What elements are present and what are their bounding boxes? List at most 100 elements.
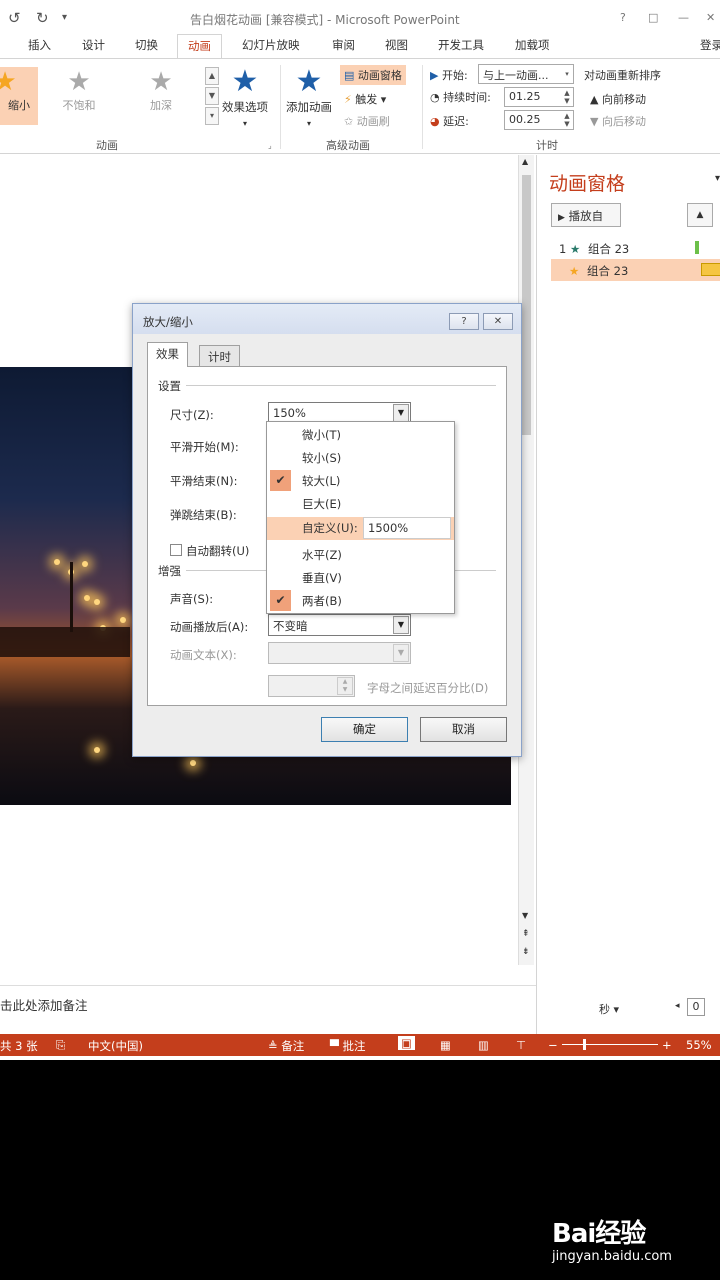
size-option-larger[interactable]: ✔ 较大(L)	[267, 470, 454, 491]
effect-options-label: 效果选项	[222, 100, 268, 114]
zoom-out-button[interactable]: −	[548, 1038, 558, 1052]
play-icon: ▶	[558, 213, 565, 223]
add-animation-button[interactable]: ★ 添加动画 ▾	[286, 65, 332, 129]
timeline-zoom-box[interactable]: 0	[687, 998, 705, 1016]
restore-ribbon-button[interactable]: □	[648, 11, 658, 24]
tab-developer[interactable]: 开发工具	[438, 37, 484, 53]
tab-timing[interactable]: 计时	[199, 345, 240, 366]
custom-size-input[interactable]: 1500%	[363, 517, 451, 539]
trigger-button[interactable]: ⚡ 触发 ▾	[344, 91, 386, 107]
tab-view[interactable]: 视图	[385, 37, 408, 53]
gallery-item-darken[interactable]: ★ 加深	[128, 67, 194, 125]
language-indicator[interactable]: 中文(中国)	[88, 1038, 143, 1054]
zoom-slider[interactable]	[562, 1044, 658, 1045]
tab-addins[interactable]: 加载项	[515, 37, 550, 53]
spinner-icon[interactable]: ▲ ▼	[562, 112, 572, 128]
chevron-down-icon[interactable]: ▼	[393, 404, 409, 422]
seconds-menu[interactable]: 秒 ▾	[599, 1001, 619, 1017]
tab-transitions[interactable]: 切换	[135, 37, 158, 53]
size-option-both[interactable]: ✔ 两者(B)	[267, 590, 454, 611]
customize-qat-icon[interactable]: ▾	[62, 12, 67, 23]
animation-painter-button[interactable]: ✩ 动画刷	[344, 113, 390, 129]
move-earlier-button[interactable]: ▲ 向前移动	[590, 91, 646, 107]
reading-view-icon[interactable]: ▥	[478, 1038, 489, 1052]
previous-slide-icon[interactable]: ⇞	[522, 929, 530, 939]
tab-effect[interactable]: 效果	[147, 342, 188, 367]
ok-button[interactable]: 确定	[321, 717, 408, 742]
sign-in-link[interactable]: 登录	[700, 37, 720, 53]
arrow-down-icon: ▼	[590, 115, 599, 128]
spellcheck-icon[interactable]: ⎘	[56, 1038, 65, 1053]
notes-icon: ≜	[268, 1039, 278, 1053]
size-option-horizontal[interactable]: 水平(Z)	[267, 544, 454, 565]
minimize-button[interactable]: —	[678, 11, 689, 24]
letter-delay-input[interactable]: ▲ ▼	[268, 675, 355, 697]
lamp-light	[54, 559, 60, 565]
gallery-scroll-down[interactable]: ▼	[205, 87, 219, 105]
gallery-item-shrink[interactable]: ★ 缩小	[0, 67, 38, 125]
gallery-item-desaturate[interactable]: ★ 不饱和	[46, 67, 112, 125]
duration-input[interactable]: 01.25 ▲ ▼	[504, 87, 574, 107]
size-option-smaller[interactable]: 较小(S)	[267, 447, 454, 468]
spinner-icon[interactable]: ▲ ▼	[562, 89, 572, 105]
animation-item-selected[interactable]: ★ 组合 23	[551, 259, 720, 281]
undo-icon[interactable]: ↺	[8, 9, 21, 27]
next-slide-icon[interactable]: ⇟	[522, 947, 530, 957]
pane-options-icon[interactable]: ▾	[715, 173, 720, 184]
animation-pane: 动画窗格 ▾ ▶ 播放自 ▲ 1 ★ 组合 23 ★ 组合 23 秒 ▾ ◂ 0	[536, 155, 720, 1034]
scrollbar-thumb[interactable]	[522, 175, 531, 435]
notes-toggle[interactable]: ≜ 备注	[268, 1038, 304, 1054]
size-option-vertical[interactable]: 垂直(V)	[267, 567, 454, 588]
dialog-launcher-icon[interactable]: ⌟	[268, 141, 272, 150]
lamp-post	[70, 562, 73, 632]
after-animation-select[interactable]: 不变暗 ▼	[268, 614, 411, 636]
animate-text-select[interactable]: ▼	[268, 642, 411, 664]
zoom-level[interactable]: 55%	[686, 1038, 712, 1052]
play-from-label: 播放自	[568, 209, 604, 223]
size-option-custom[interactable]: 自定义(U): 1500%	[267, 517, 454, 540]
separator	[280, 65, 281, 149]
gallery-more[interactable]: ▾	[205, 107, 219, 125]
move-up-button[interactable]: ▲	[687, 203, 713, 227]
tab-animations[interactable]: 动画	[177, 34, 222, 59]
animation-pane-button[interactable]: ▤ 动画窗格	[340, 65, 406, 85]
lamp-light	[94, 747, 100, 753]
lamp-light	[94, 599, 100, 605]
comments-toggle[interactable]: ▀ 批注	[330, 1038, 366, 1054]
gallery-scroll-up[interactable]: ▲	[205, 67, 219, 85]
scroll-down-icon[interactable]: ▼	[522, 911, 528, 920]
tab-review[interactable]: 审阅	[332, 37, 355, 53]
dialog-close-button[interactable]: ✕	[483, 313, 513, 330]
size-option-tiny[interactable]: 微小(T)	[267, 424, 454, 445]
comment-icon: ▀	[330, 1039, 339, 1053]
tab-slideshow[interactable]: 幻灯片放映	[242, 37, 300, 53]
play-from-button[interactable]: ▶ 播放自	[551, 203, 621, 227]
animation-pane-label: 动画窗格	[357, 69, 402, 82]
scroll-up-icon[interactable]: ▲	[522, 157, 528, 166]
dialog-help-button[interactable]: ?	[449, 313, 479, 330]
check-icon: ✔	[270, 470, 291, 491]
tab-design[interactable]: 设计	[82, 37, 105, 53]
notes-pane[interactable]: 击此处添加备注	[0, 985, 536, 1034]
auto-reverse-checkbox[interactable]	[170, 544, 182, 556]
zoom-slider-thumb[interactable]	[583, 1039, 586, 1050]
move-later-button[interactable]: ▼ 向后移动	[590, 113, 646, 129]
section-enhancements: 增强	[158, 564, 181, 578]
ribbon-tabs: 插入 设计 切换 动画 幻灯片放映 审阅 视图 开发工具 加载项 登录	[0, 34, 720, 59]
delay-input[interactable]: 00.25 ▲ ▼	[504, 110, 574, 130]
repeat-icon[interactable]: ↻	[36, 9, 49, 27]
help-button[interactable]: ?	[620, 11, 626, 24]
cancel-button[interactable]: 取消	[420, 717, 507, 742]
animation-item[interactable]: 1 ★ 组合 23	[551, 237, 720, 259]
effect-options-button[interactable]: ★ 效果选项 ▾	[222, 65, 268, 129]
chevron-down-icon[interactable]: ▼	[393, 616, 409, 634]
timeline-scroll-left[interactable]: ◂	[675, 1001, 680, 1011]
normal-view-icon[interactable]: ▣	[398, 1036, 415, 1050]
zoom-in-button[interactable]: +	[662, 1038, 672, 1052]
tab-insert[interactable]: 插入	[28, 37, 51, 53]
slideshow-icon[interactable]: ⊤	[516, 1038, 526, 1052]
size-option-huge[interactable]: 巨大(E)	[267, 493, 454, 514]
close-button[interactable]: ✕	[706, 11, 715, 24]
start-select[interactable]: 与上一动画... ▾	[478, 64, 574, 84]
slide-sorter-icon[interactable]: ▦	[440, 1038, 451, 1052]
